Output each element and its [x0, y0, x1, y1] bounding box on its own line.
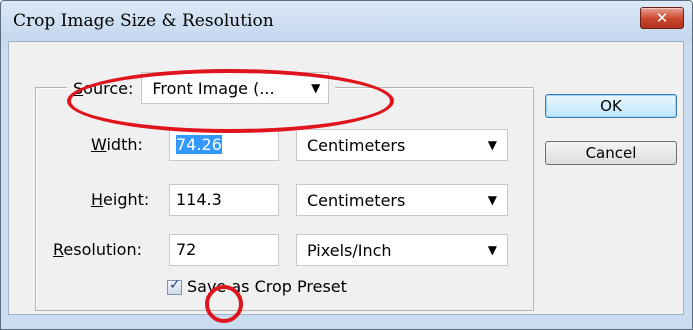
ok-button[interactable]: OK	[545, 94, 677, 118]
chevron-down-icon: ▼	[487, 138, 497, 152]
checkmark-icon: ✓	[169, 277, 181, 293]
width-unit-value: Centimeters	[307, 135, 406, 155]
cancel-button[interactable]: Cancel	[545, 141, 677, 165]
annotation-circle-checkbox	[205, 285, 243, 323]
height-input[interactable]: 114.3	[169, 184, 279, 216]
dialog-title: Crop Image Size & Resolution	[13, 11, 274, 31]
height-unit-value: Centimeters	[307, 190, 406, 210]
save-preset-checkbox[interactable]: ✓	[167, 277, 182, 295]
height-label: Height:	[91, 190, 150, 209]
resolution-unit-value: Pixels/Inch	[307, 240, 392, 260]
chevron-down-icon: ▼	[487, 193, 497, 207]
height-unit-dropdown[interactable]: Centimeters ▼	[296, 184, 508, 216]
resolution-label: Resolution:	[53, 240, 142, 259]
close-icon: ✕	[655, 9, 669, 27]
title-bar[interactable]: Crop Image Size & Resolution ✕	[1, 1, 692, 41]
resolution-unit-dropdown[interactable]: Pixels/Inch ▼	[296, 234, 508, 266]
width-label: Width:	[91, 135, 143, 154]
close-button[interactable]: ✕	[640, 7, 684, 29]
width-unit-dropdown[interactable]: Centimeters ▼	[296, 129, 508, 161]
width-value: 74.26	[176, 135, 222, 154]
crop-dialog-window: Crop Image Size & Resolution ✕ Source: F…	[0, 0, 693, 330]
resolution-input[interactable]: 72	[169, 234, 279, 266]
annotation-ellipse-source	[67, 69, 394, 133]
chevron-down-icon: ▼	[487, 243, 497, 257]
width-input[interactable]: 74.26	[169, 129, 279, 161]
